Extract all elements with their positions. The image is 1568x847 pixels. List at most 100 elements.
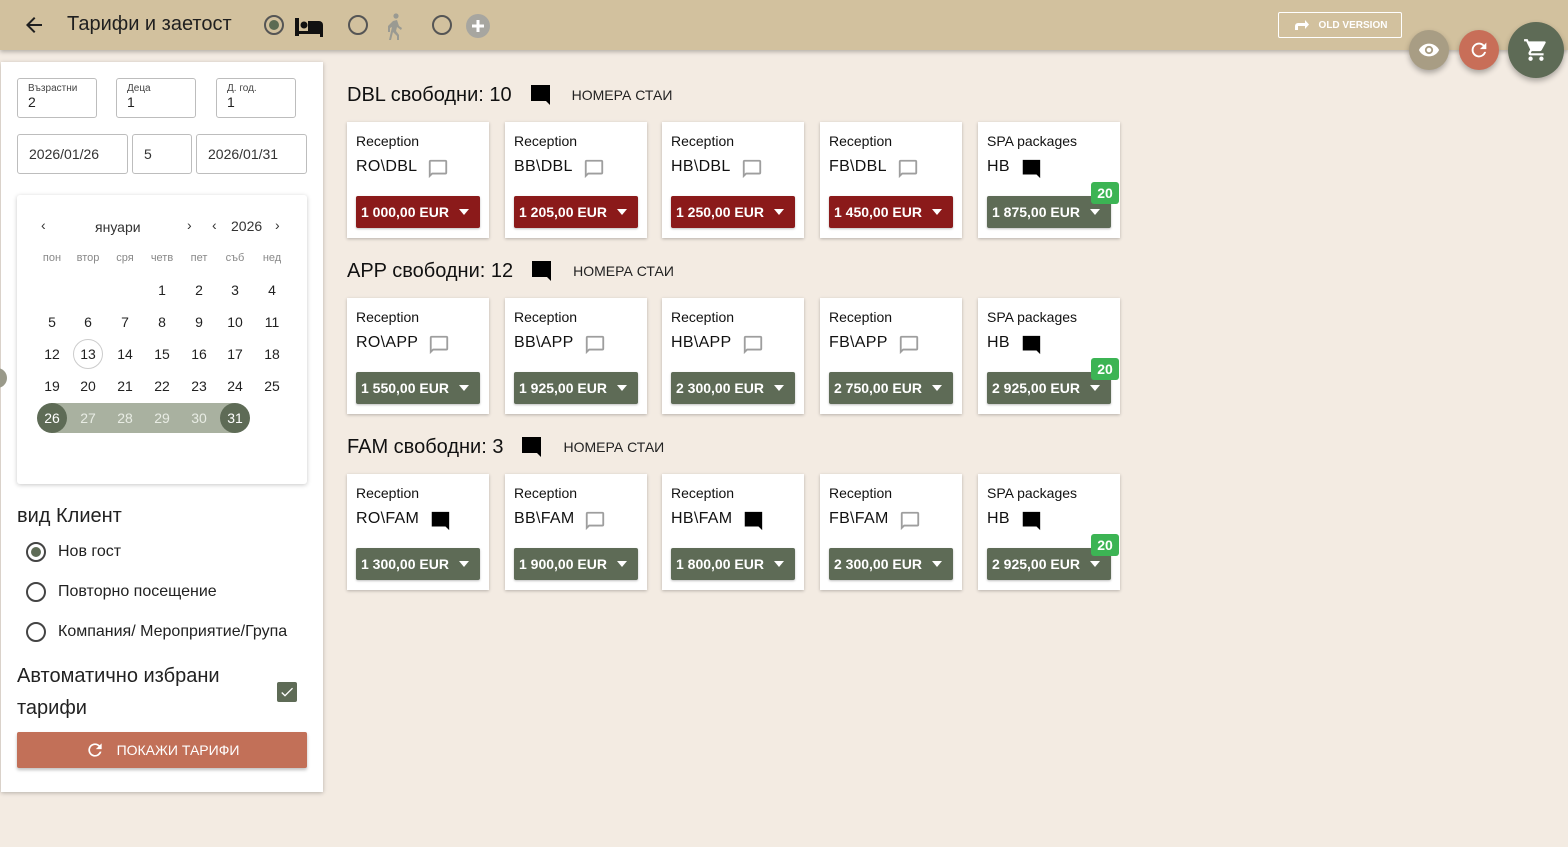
price-dropdown-button[interactable]: 2 750,00 EUR <box>829 372 953 404</box>
calendar-day[interactable]: 31 <box>220 403 250 433</box>
rate-comment-icon[interactable] <box>1020 158 1042 180</box>
rate-comment-icon[interactable] <box>899 510 921 532</box>
calendar-day[interactable]: 29 <box>147 403 177 433</box>
radio-button[interactable] <box>26 582 46 602</box>
prev-year-icon[interactable]: ‹ <box>212 217 217 233</box>
mode-radio-walk-in[interactable] <box>348 15 368 35</box>
calendar-day[interactable]: 21 <box>110 371 140 401</box>
calendar-day[interactable]: 6 <box>73 307 103 337</box>
rate-comment-icon[interactable] <box>584 510 606 532</box>
old-version-button[interactable]: OLD VERSION <box>1278 12 1402 38</box>
children-field[interactable]: Деца 1 <box>116 78 196 118</box>
calendar-day[interactable]: 23 <box>184 371 214 401</box>
refresh-button[interactable] <box>1459 30 1499 70</box>
room-comment-icon[interactable] <box>519 435 543 459</box>
calendar-day[interactable]: 19 <box>37 371 67 401</box>
rate-comment-icon[interactable] <box>1020 334 1042 356</box>
auto-rates-checkbox[interactable] <box>277 682 297 702</box>
price-dropdown-button[interactable]: 2 300,00 EUR <box>829 548 953 580</box>
room-numbers-link[interactable]: НОМЕРА СТАИ <box>573 263 674 279</box>
rate-comment-icon[interactable] <box>742 334 764 356</box>
calendar-day[interactable]: 14 <box>110 339 140 369</box>
rate-comment-icon[interactable] <box>1020 510 1042 532</box>
room-numbers-link[interactable]: НОМЕРА СТАИ <box>572 87 673 103</box>
calendar-day[interactable]: 11 <box>257 307 287 337</box>
cart-button[interactable] <box>1508 22 1564 78</box>
price-dropdown-button[interactable]: 1 900,00 EUR <box>514 548 638 580</box>
calendar-day[interactable]: 13 <box>73 339 103 369</box>
calendar-day[interactable]: 27 <box>73 403 103 433</box>
mode-radio-add[interactable] <box>432 15 452 35</box>
price-dropdown-button[interactable]: 1 205,00 EUR <box>514 196 638 228</box>
rate-code: HB\FAM <box>671 510 733 527</box>
rate-comment-icon[interactable] <box>429 510 451 532</box>
mode-radio-accommodation[interactable] <box>264 15 284 35</box>
calendar-day[interactable]: 22 <box>147 371 177 401</box>
room-numbers-link[interactable]: НОМЕРА СТАИ <box>563 439 664 455</box>
rate-code: HB\APP <box>671 334 732 351</box>
calendar-day[interactable]: 10 <box>220 307 250 337</box>
room-comment-icon[interactable] <box>529 259 553 283</box>
nights-field[interactable]: 5 <box>132 134 192 174</box>
rate-comment-icon[interactable] <box>428 334 450 356</box>
price-dropdown-button[interactable]: 1 000,00 EUR <box>356 196 480 228</box>
next-year-icon[interactable]: › <box>275 217 280 233</box>
preview-button[interactable] <box>1409 30 1449 70</box>
radio-button[interactable] <box>26 622 46 642</box>
calendar-day[interactable]: 5 <box>37 307 67 337</box>
room-comment-icon[interactable] <box>528 83 552 107</box>
departure-date-field[interactable]: 2026/01/31 <box>196 134 307 174</box>
back-arrow-icon[interactable] <box>22 13 46 37</box>
calendar-day[interactable]: 4 <box>257 275 287 305</box>
calendar-day[interactable]: 20 <box>73 371 103 401</box>
client-type-option[interactable]: Нов гост <box>26 540 121 564</box>
calendar-day[interactable]: 1 <box>147 275 177 305</box>
calendar-day[interactable]: 18 <box>257 339 287 369</box>
weekday-label: втор <box>76 252 100 264</box>
client-type-option[interactable]: Компания/ Мероприятие/Група <box>26 620 287 644</box>
refresh-icon <box>87 743 102 757</box>
rate-source: Reception <box>829 485 893 501</box>
rate-comment-icon[interactable] <box>897 158 919 180</box>
price-dropdown-button[interactable]: 1 925,00 EUR <box>514 372 638 404</box>
rate-comment-icon[interactable] <box>742 510 764 532</box>
price-dropdown-button[interactable]: 1 250,00 EUR <box>671 196 795 228</box>
calendar-day[interactable]: 3 <box>220 275 250 305</box>
calendar-day[interactable]: 12 <box>37 339 67 369</box>
prev-month-icon[interactable]: ‹ <box>41 217 46 233</box>
client-type-option-label: Компания/ Мероприятие/Група <box>58 623 288 640</box>
side-drawer-handle[interactable] <box>0 368 7 388</box>
rate-comment-icon[interactable] <box>898 334 920 356</box>
calendar-day[interactable]: 9 <box>184 307 214 337</box>
calendar-day[interactable]: 2 <box>184 275 214 305</box>
dropdown-caret-icon <box>617 385 627 391</box>
rate-source: Reception <box>671 309 735 325</box>
price-dropdown-button[interactable]: 1 800,00 EUR <box>671 548 795 580</box>
adults-field[interactable]: Възрастни 2 <box>17 78 97 118</box>
calendar-day[interactable]: 24 <box>220 371 250 401</box>
calendar-day[interactable]: 30 <box>184 403 214 433</box>
calendar-day[interactable]: 16 <box>184 339 214 369</box>
calendar-day[interactable]: 8 <box>147 307 177 337</box>
next-month-icon[interactable]: › <box>187 217 192 233</box>
extra-years-field[interactable]: Д. год. 1 <box>216 78 296 118</box>
rate-comment-icon[interactable] <box>741 158 763 180</box>
calendar-day[interactable]: 17 <box>220 339 250 369</box>
calendar-day[interactable]: 25 <box>257 371 287 401</box>
rate-comment-icon[interactable] <box>583 158 605 180</box>
price-dropdown-button[interactable]: 1 450,00 EUR <box>829 196 953 228</box>
calendar-day[interactable]: 26 <box>37 403 67 433</box>
rate-comment-icon[interactable] <box>427 158 449 180</box>
rate-comment-icon[interactable] <box>584 334 606 356</box>
calendar-day[interactable]: 28 <box>110 403 140 433</box>
calendar-day[interactable]: 7 <box>110 307 140 337</box>
show-rates-button[interactable]: ПОКАЖИ ТАРИФИ <box>17 732 307 768</box>
calendar-day[interactable]: 15 <box>147 339 177 369</box>
radio-button[interactable] <box>26 542 46 562</box>
arrival-date-field[interactable]: 2026/01/26 <box>17 134 128 174</box>
price-dropdown-button[interactable]: 1 550,00 EUR <box>356 372 480 404</box>
rate-card: Reception RO\APP 1 550,00 EUR <box>347 298 489 414</box>
price-dropdown-button[interactable]: 2 300,00 EUR <box>671 372 795 404</box>
price-dropdown-button[interactable]: 1 300,00 EUR <box>356 548 480 580</box>
client-type-option[interactable]: Повторно посещение <box>26 580 217 604</box>
